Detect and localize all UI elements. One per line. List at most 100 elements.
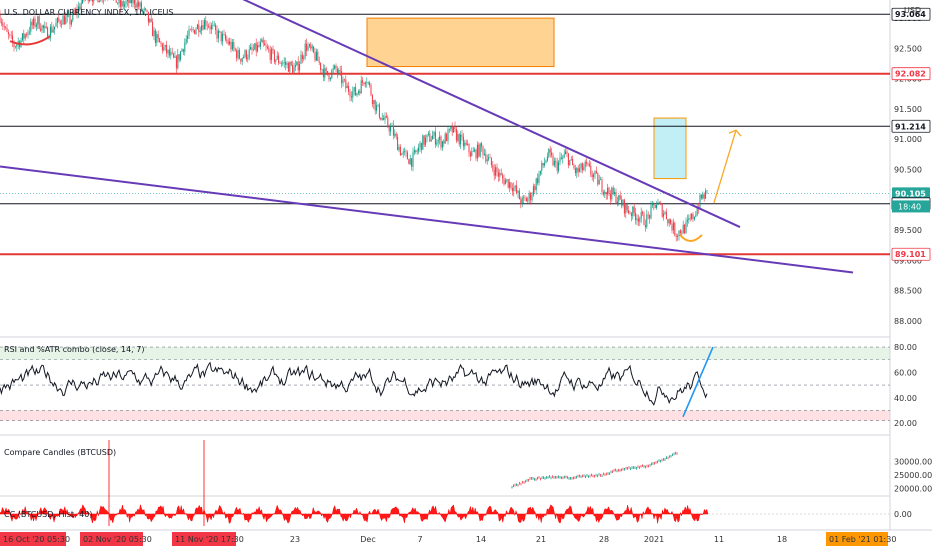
candle-body [292,64,294,73]
candle-body [451,126,453,133]
candle-body [686,219,688,222]
candle-body [345,79,347,89]
candle-body [584,161,586,168]
y-tick-label: 88.000 [894,317,922,326]
candle-body [100,0,102,1]
candle-body [240,58,242,62]
candle-body [133,0,135,5]
candle-body [366,82,368,84]
candle-body [56,18,58,24]
candle-body [380,117,382,120]
date-tag-text: 01 Feb '21 01:30 [829,535,896,544]
y-tick-label: 89.500 [894,226,922,235]
candle-body [182,49,184,52]
candle-body [552,155,554,166]
candle-body [667,219,669,224]
blue-zone-box[interactable] [653,117,687,180]
candle-body [612,187,614,195]
candle-body [117,2,119,4]
candle-body [555,160,557,163]
candle-body [14,46,16,48]
candle-body [636,218,638,221]
candle-body [206,25,208,27]
candle-body [488,157,490,160]
candle-body [387,117,389,127]
candle-body [486,159,488,162]
candle-body [475,149,477,159]
candle-body [16,44,18,47]
candle-body [376,105,378,111]
candle-body [149,18,151,23]
candle-body [369,82,371,86]
candle-body [23,33,25,39]
candle-body [569,160,571,166]
candle-body [467,143,469,145]
candle-body [82,0,84,4]
candle-body [231,42,233,50]
candle-body [383,118,385,120]
candle-body [513,187,515,192]
candle-body [335,65,337,69]
candle-body [532,186,534,196]
candle-body [212,25,214,26]
candle-body [119,0,121,7]
candle-body [289,61,291,72]
candle-body [220,31,222,42]
candle-body [509,182,511,188]
candle-body [385,116,387,118]
candle-body [54,26,56,30]
chart-area[interactable]: 88.00088.50089.00089.50090.00090.50091.0… [0,0,932,550]
candle-body [5,27,7,28]
candle-body [586,161,588,164]
candle-body [224,34,226,40]
candle-body [378,104,380,118]
candle-body [672,222,674,231]
candle-body [257,45,259,52]
candle-body [629,213,631,214]
candle-body [678,230,680,237]
candle-body [132,0,134,4]
orange-zone-box[interactable] [366,17,555,68]
candle-body [164,45,166,48]
candle-body [691,213,693,219]
candle-body [131,0,133,4]
candle-body [702,194,704,199]
candle-body [478,144,480,157]
candle-body [465,142,467,145]
candle-body [665,212,667,220]
x-tick-label: 23 [290,535,300,544]
candle-body [615,191,617,204]
candle-body [495,167,497,176]
candle-body [236,50,238,59]
candle-body [325,68,327,71]
candle-body [313,46,315,53]
candle-body [496,167,498,173]
candle-body [203,20,205,30]
candle-body [30,21,32,32]
candle-body [26,34,28,36]
candle-body [349,92,351,97]
date-tag-text: 16 Oct '20 05:30 [3,535,70,544]
candle-body [70,20,72,25]
candle-body [213,24,215,26]
candle-body [156,34,158,43]
candle-body [265,45,267,47]
candle-body [293,66,295,73]
candle-body [28,31,30,33]
candle-body [49,26,51,38]
candle-body [359,91,361,94]
candle-body [675,235,677,237]
candle-body [286,63,288,65]
rsi-line[interactable] [0,361,708,406]
candle-body [343,79,345,81]
candle-body [31,21,33,26]
candle-body [639,218,641,222]
candle-body [422,135,424,150]
candle-body [684,224,686,234]
candle-body [455,128,457,141]
cc-histogram[interactable] [0,503,709,524]
candle-body [306,43,308,51]
candle-body [223,34,225,35]
candle-body [371,95,373,105]
candle-body [362,80,364,83]
